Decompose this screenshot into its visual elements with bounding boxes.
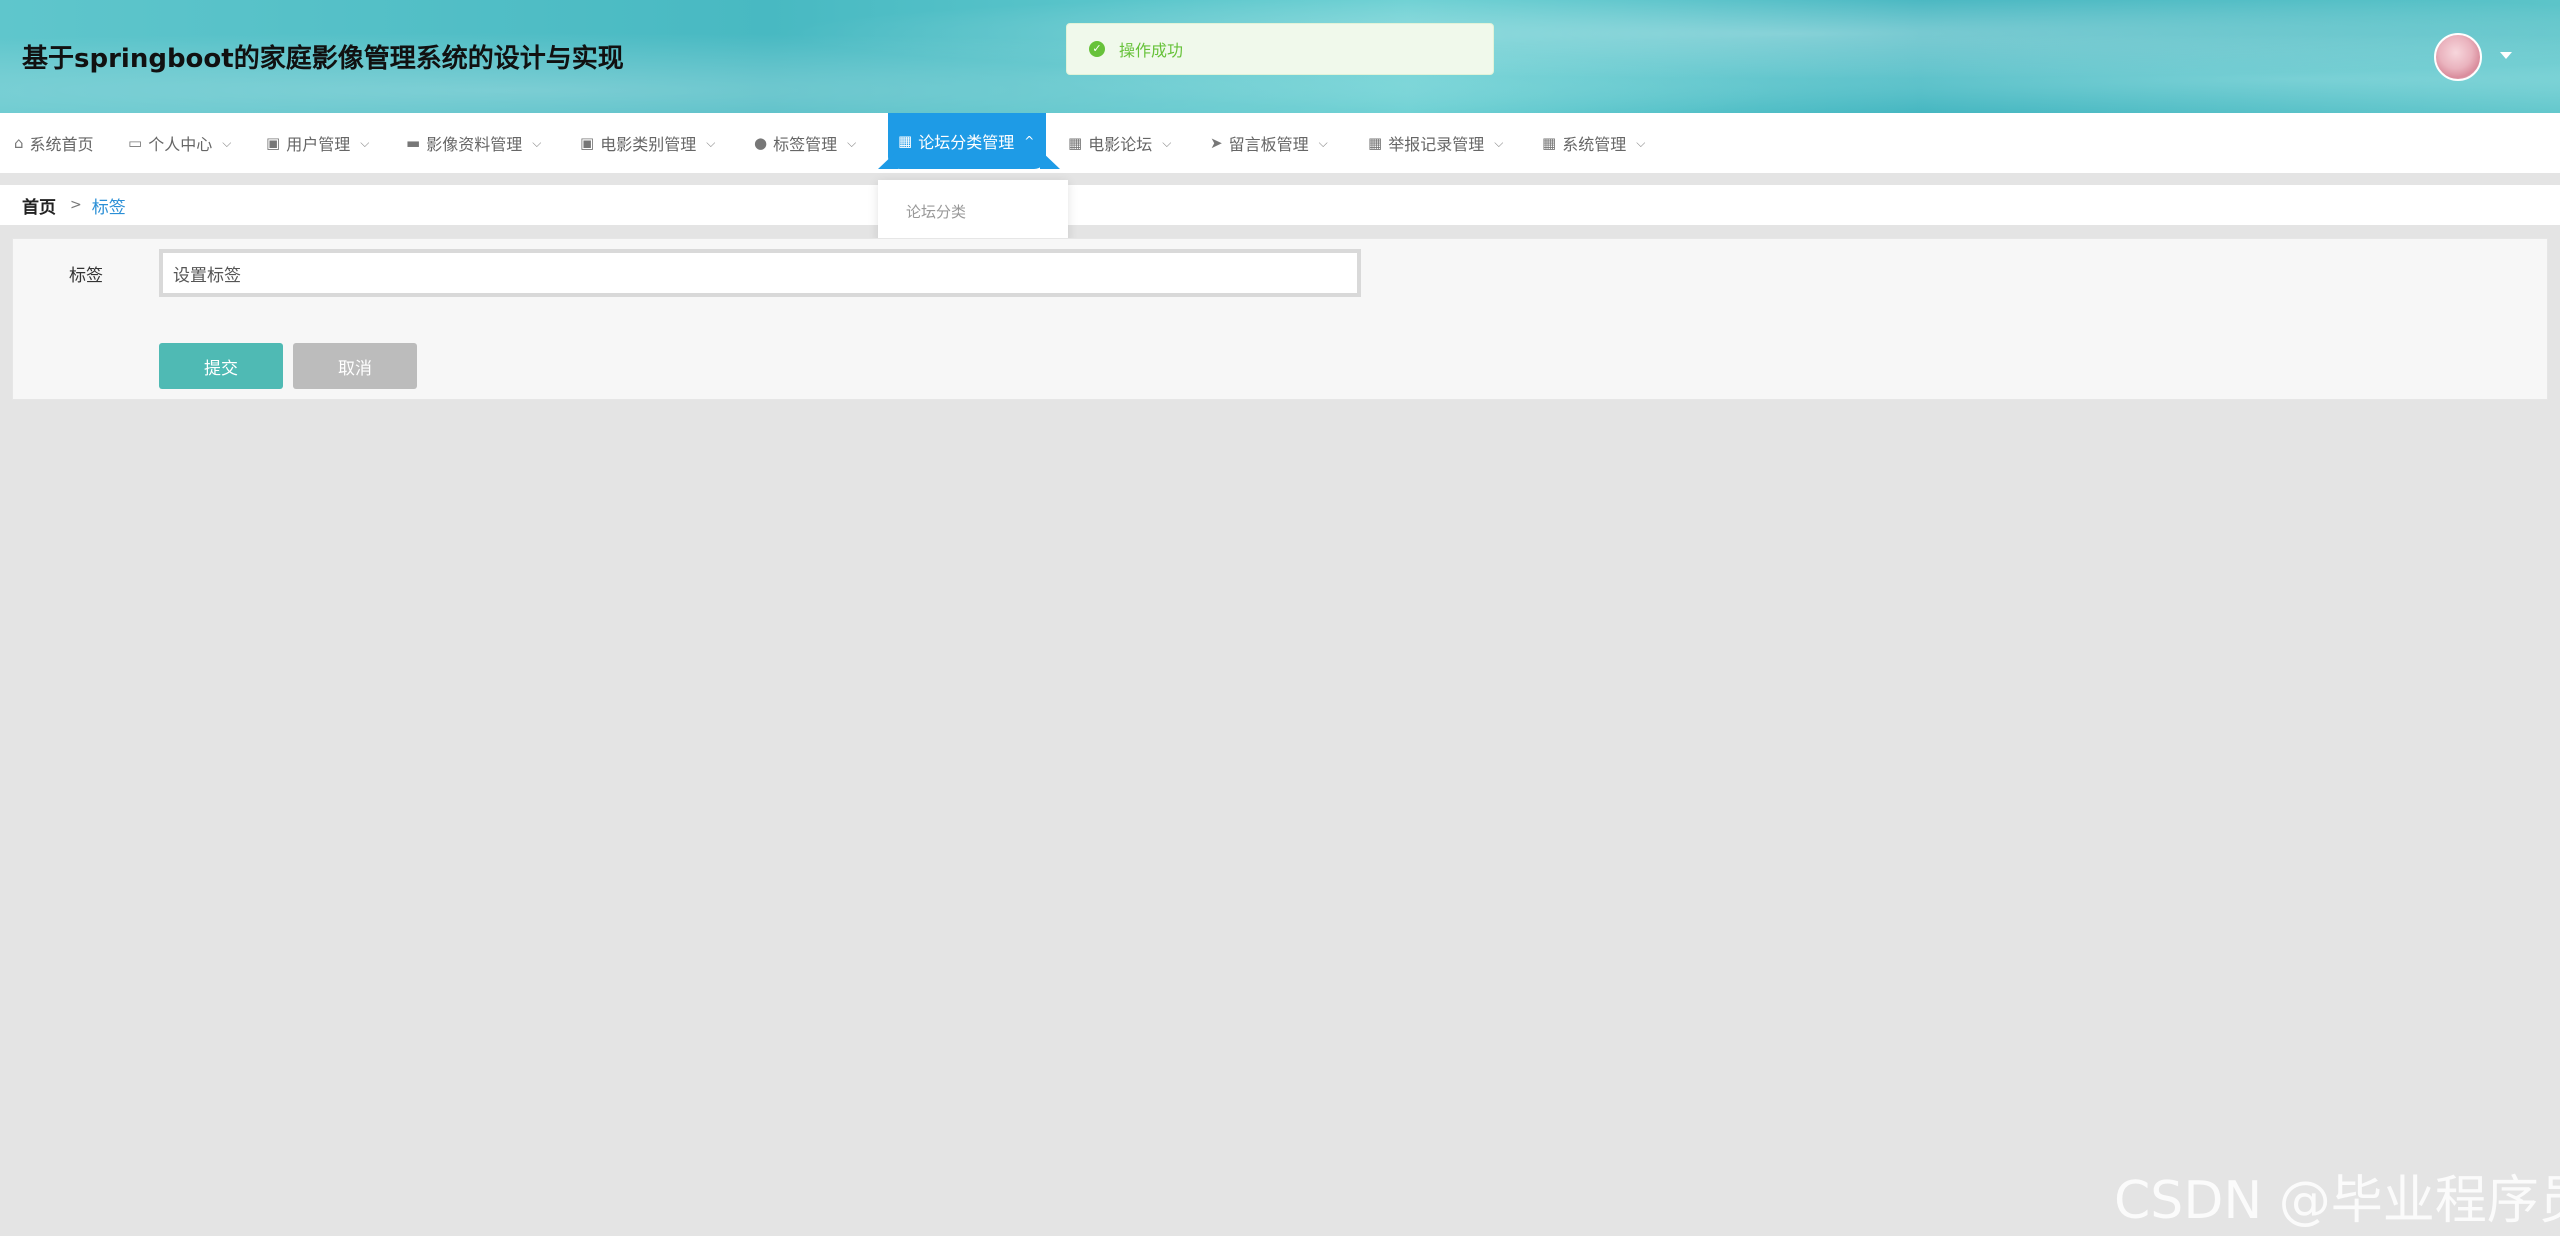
nav-item-movie-forum[interactable]: ▦ 电影论坛 ⌵ <box>1068 113 1171 173</box>
nav-item-label: 标签管理 <box>773 135 838 154</box>
toast-message: 操作成功 <box>1119 41 1184 60</box>
clipboard-check-icon: ▣ <box>580 134 595 152</box>
submit-button[interactable]: 提交 <box>159 343 283 389</box>
chevron-down-icon: ⌵ <box>1162 135 1172 150</box>
breadcrumb-home[interactable]: 首页 <box>22 193 56 218</box>
caret-down-icon[interactable] <box>2500 52 2512 59</box>
nav-item-user-management[interactable]: ▣ 用户管理 ⌵ <box>266 113 369 173</box>
chevron-down-icon: ⌵ <box>1318 135 1328 150</box>
nav-item-label: 个人中心 <box>148 135 213 154</box>
chevron-down-icon: ⌵ <box>1494 135 1504 150</box>
dropdown-item-forum-category[interactable]: 论坛分类 <box>906 201 966 222</box>
clipboard-icon: ▣ <box>266 134 281 152</box>
chevron-up-icon: ^ <box>1024 134 1035 148</box>
nav-item-label: 系统管理 <box>1562 135 1627 154</box>
nav-item-home[interactable]: ⌂ 系统首页 <box>14 113 94 173</box>
tag-form: 标签 提交 取消 <box>12 238 2548 400</box>
nav-item-message-board-management[interactable]: ➤ 留言板管理 ⌵ <box>1210 113 1328 173</box>
breadcrumb: 首页 > 标签 <box>0 185 2560 225</box>
breadcrumb-separator: > <box>70 197 82 213</box>
nav-item-label: 留言板管理 <box>1228 135 1309 154</box>
top-nav: ⌂ 系统首页 ▭ 个人中心 ⌵ ▣ 用户管理 ⌵ ▬ 影像资料管理 ⌵ ▣ 电影… <box>0 113 2560 173</box>
chevron-down-icon: ⌵ <box>532 135 542 150</box>
nav-item-tag-management[interactable]: ● 标签管理 ⌵ <box>754 113 856 173</box>
nav-item-label: 电影论坛 <box>1088 135 1153 154</box>
forum-category-dropdown: 论坛分类 <box>878 180 1068 242</box>
nav-item-media-management[interactable]: ▬ 影像资料管理 ⌵ <box>406 113 541 173</box>
nav-item-personal-center[interactable]: ▭ 个人中心 ⌵ <box>128 113 231 173</box>
nav-item-label: 举报记录管理 <box>1388 135 1485 154</box>
chevron-down-icon: ⌵ <box>360 135 370 150</box>
nav-item-report-record-management[interactable]: ▦ 举报记录管理 ⌵ <box>1368 113 1503 173</box>
chevron-down-icon: ⌵ <box>706 135 716 150</box>
user-icon: ● <box>754 134 768 152</box>
nav-item-forum-category-management[interactable]: ▦ 论坛分类管理 ^ <box>888 113 1047 169</box>
window-icon: ▭ <box>128 134 143 152</box>
grid-icon: ▦ <box>1068 134 1083 152</box>
nav-item-movie-category-management[interactable]: ▣ 电影类别管理 ⌵ <box>580 113 715 173</box>
breadcrumb-current: 标签 <box>91 197 126 218</box>
cancel-button[interactable]: 取消 <box>293 343 417 389</box>
grid-icon: ▦ <box>1368 134 1383 152</box>
chevron-down-icon: ⌵ <box>222 135 232 150</box>
nav-item-label: 用户管理 <box>286 135 351 154</box>
nav-item-system-management[interactable]: ▦ 系统管理 ⌵ <box>1542 113 1645 173</box>
avatar[interactable] <box>2434 33 2482 81</box>
nav-item-label: 论坛分类管理 <box>918 133 1015 152</box>
grid-icon: ▦ <box>898 132 913 150</box>
chevron-down-icon: ⌵ <box>847 135 857 150</box>
briefcase-icon: ▬ <box>406 134 421 152</box>
chevron-down-icon: ⌵ <box>1636 135 1646 150</box>
send-icon: ➤ <box>1210 134 1223 152</box>
grid-icon: ▦ <box>1542 134 1557 152</box>
tag-input[interactable] <box>159 249 1361 297</box>
header-bar: 基于springboot的家庭影像管理系统的设计与实现 ✓ 操作成功 <box>0 0 2560 113</box>
tag-label: 标签 <box>69 266 103 286</box>
home-icon: ⌂ <box>14 134 24 152</box>
check-circle-icon: ✓ <box>1089 41 1105 57</box>
site-title: 基于springboot的家庭影像管理系统的设计与实现 <box>22 44 624 74</box>
nav-item-label: 电影类别管理 <box>600 135 697 154</box>
watermark: CSDN @毕业程序员 <box>2114 1171 2560 1231</box>
success-toast: ✓ 操作成功 <box>1066 23 1494 75</box>
nav-item-label: 影像资料管理 <box>426 135 523 154</box>
nav-item-label: 系统首页 <box>29 135 94 154</box>
